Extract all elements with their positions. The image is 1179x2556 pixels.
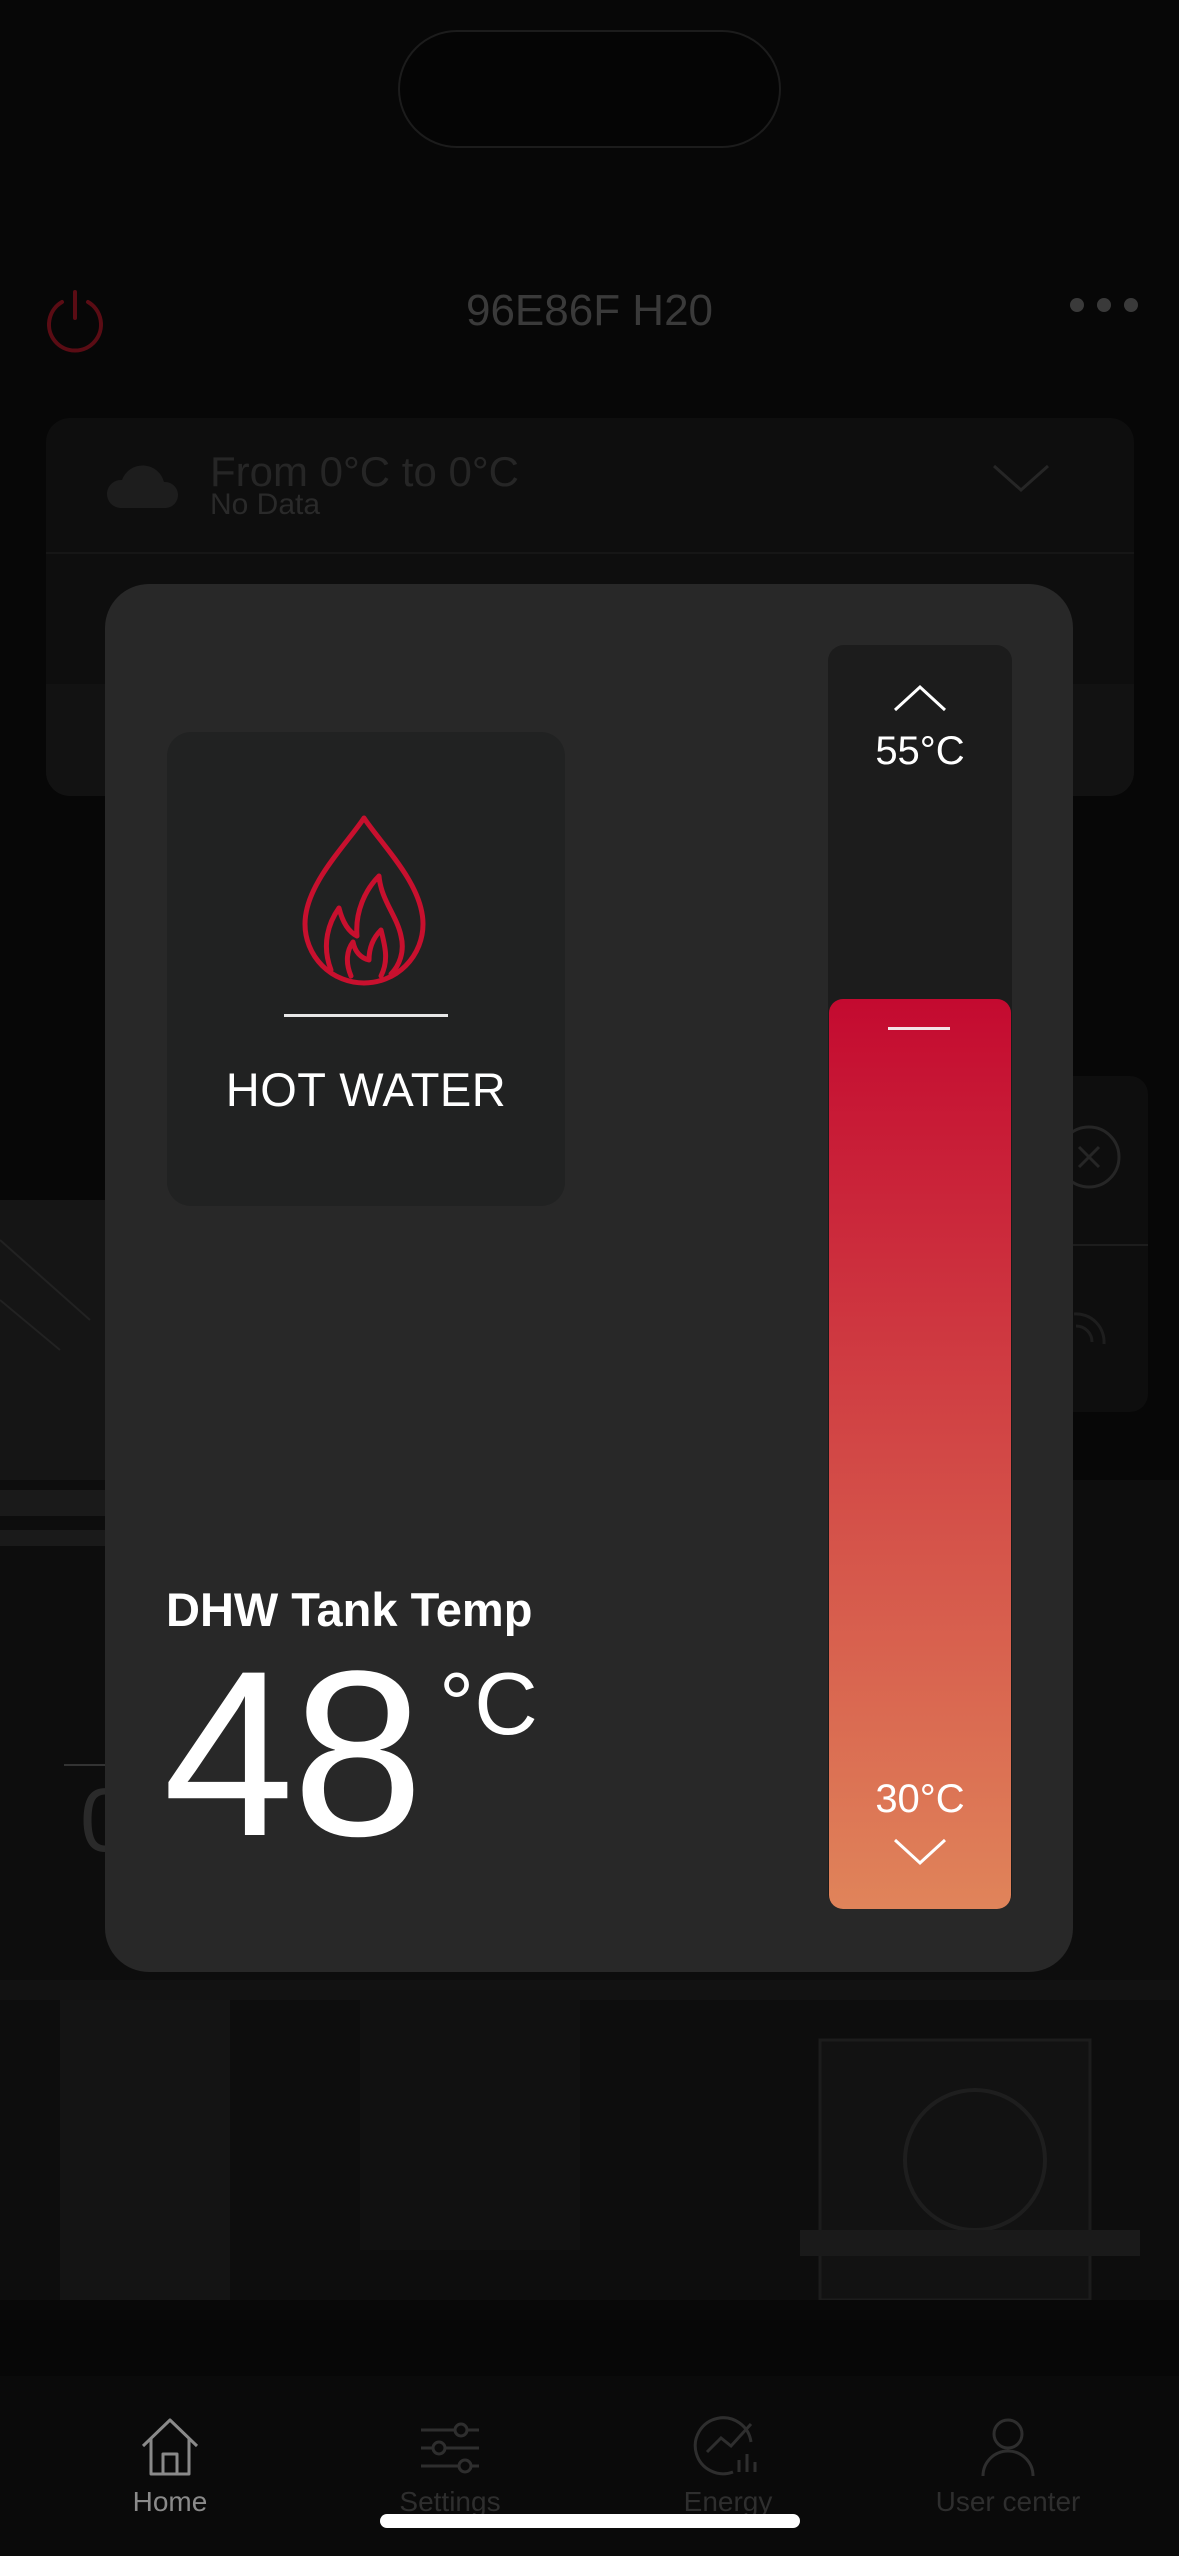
tab-user-center-label: User center (935, 2486, 1081, 2517)
mode-label: HOT WATER (225, 1063, 507, 1116)
current-temp-value: 48 (163, 1622, 424, 1886)
chevron-up-icon[interactable] (892, 683, 948, 713)
hot-water-modal: HOT WATER DHW Tank Temp 48 °C 55°C 30°C (105, 584, 1073, 1972)
dynamic-island (398, 30, 781, 148)
slider-handle[interactable] (888, 1027, 950, 1030)
chevron-down-icon[interactable] (990, 462, 1052, 496)
tab-energy[interactable]: Energy (628, 2412, 828, 2518)
energy-chart-icon (693, 2416, 757, 2476)
mode-underline (284, 1014, 448, 1017)
setpoint-slider-fill[interactable] (829, 999, 1011, 1909)
setpoint-slider[interactable]: 55°C 30°C (828, 645, 1012, 1909)
chevron-down-icon[interactable] (892, 1837, 948, 1867)
user-icon (981, 2418, 1035, 2477)
tab-settings[interactable]: Settings (350, 2412, 550, 2518)
home-icon (141, 2418, 199, 2476)
hot-water-mode-tile[interactable]: HOT WATER (167, 732, 565, 1206)
flame-drop-icon (302, 815, 426, 986)
setpoint-min-label: 30°C (875, 1777, 965, 1821)
tab-home-label: Home (132, 2486, 208, 2517)
tab-home[interactable]: Home (70, 2412, 270, 2518)
current-temp-unit: °C (439, 1654, 538, 1753)
sliders-icon (421, 2422, 479, 2474)
home-indicator (380, 2514, 800, 2528)
bottom-tab-bar: Home Settings Energy User center (0, 2376, 1179, 2556)
setpoint-max-label: 55°C (875, 729, 965, 773)
tab-user-center[interactable]: User center (908, 2412, 1108, 2518)
device-title: 96E86F H20 (465, 286, 714, 335)
card-divider (46, 552, 1134, 554)
no-data-text: No Data (210, 488, 321, 521)
cloud-icon (106, 465, 179, 508)
more-options-icon[interactable] (1068, 294, 1140, 314)
